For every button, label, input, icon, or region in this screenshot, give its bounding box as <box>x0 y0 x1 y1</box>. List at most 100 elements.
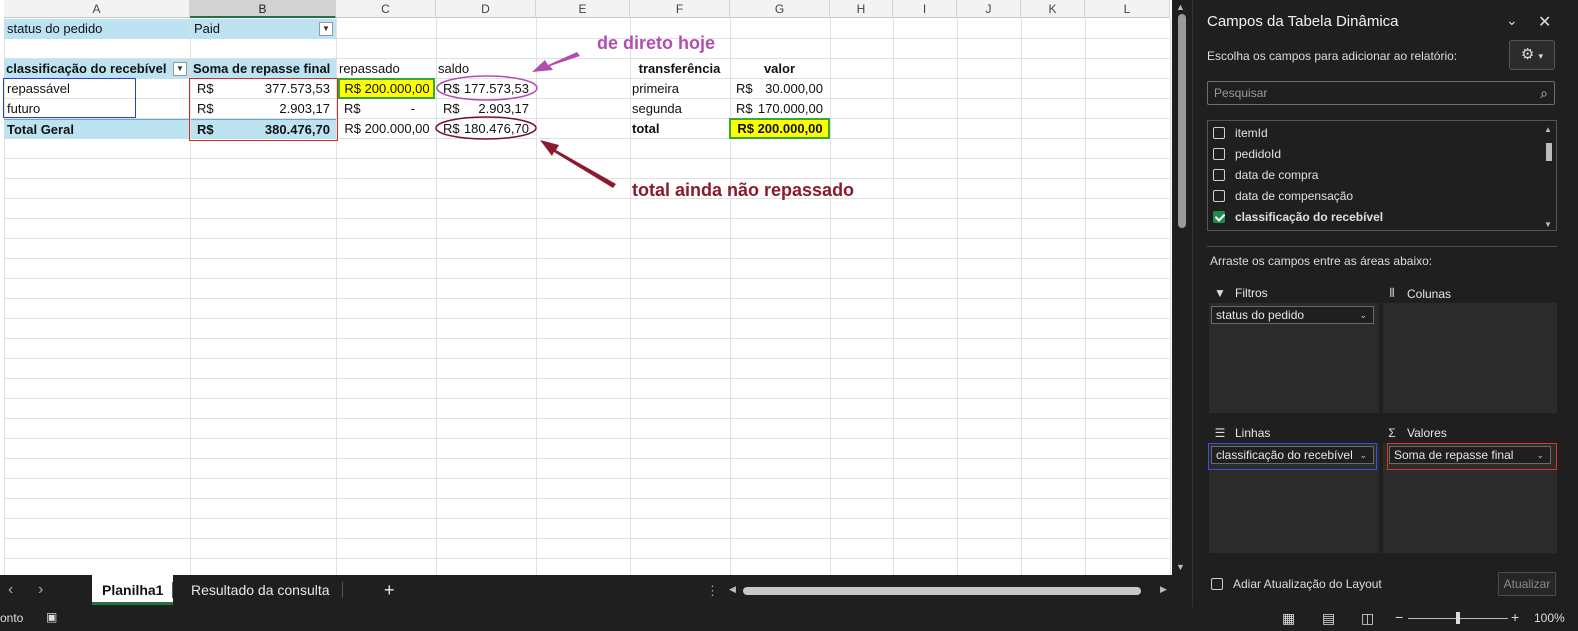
grid-row-line <box>4 318 1170 319</box>
field-list[interactable]: itemId pedidoId data de compra data de c… <box>1207 120 1557 231</box>
defer-update[interactable]: Adiar Atualização do Layout <box>1211 577 1382 591</box>
search-input[interactable] <box>1214 85 1514 101</box>
column-header-a[interactable]: A <box>4 0 190 18</box>
accessibility-icon[interactable]: ▣ <box>46 610 57 624</box>
transfer-total-value[interactable]: R$ 200.000,00 <box>731 119 829 139</box>
column-header-d[interactable]: D <box>436 0 536 18</box>
column-header-e[interactable]: E <box>536 0 630 18</box>
transfer-name-cell[interactable]: primeira <box>632 79 729 99</box>
column-header-l[interactable]: L <box>1085 0 1170 18</box>
close-icon[interactable]: ✕ <box>1538 12 1551 32</box>
checkbox[interactable] <box>1213 127 1225 139</box>
transfer-name-cell[interactable]: segunda <box>632 99 729 119</box>
transfer-total-label[interactable]: total <box>632 119 729 139</box>
amount: 380.476,70 <box>264 122 330 137</box>
transfer-value-cell[interactable]: R$ 30.000,00 <box>730 79 829 99</box>
saldo-total-cell[interactable]: R$ 180.476,70 <box>438 119 534 139</box>
transfer-value-cell[interactable]: R$ 170.000,00 <box>730 99 829 119</box>
horizontal-scrollbar[interactable]: ◀ ▶ <box>729 584 1167 596</box>
checkbox[interactable] <box>1213 169 1225 181</box>
search-icon[interactable]: ⌕ <box>1540 85 1548 102</box>
checkbox[interactable] <box>1213 148 1225 160</box>
row-field-pill[interactable]: classificação do recebível ⌄ <box>1211 446 1374 464</box>
scroll-down-icon[interactable]: ▼ <box>1544 220 1552 229</box>
repassado-header[interactable]: repassado <box>339 59 435 79</box>
tab-planilha1[interactable]: Planilha1 <box>92 575 174 605</box>
pivot-row-value[interactable]: R$ 377.573,53 <box>191 79 336 99</box>
scroll-right-icon[interactable]: ▶ <box>1160 584 1167 595</box>
add-sheet-button[interactable]: + <box>374 575 405 605</box>
pivot-total-value[interactable]: R$ 380.476,70 <box>191 119 336 139</box>
tab-prev-icon[interactable]: ‹ <box>8 581 13 599</box>
scroll-up-icon[interactable]: ▲ <box>1544 125 1552 134</box>
pivot-row-value[interactable]: R$ 2.903,17 <box>191 99 336 119</box>
scroll-left-icon[interactable]: ◀ <box>729 584 736 595</box>
more-options-icon[interactable]: ⋮ <box>706 583 719 599</box>
scroll-thumb[interactable] <box>743 587 1141 595</box>
scroll-thumb[interactable] <box>1178 14 1186 228</box>
repassado-total-cell[interactable]: R$ 200.000,00 <box>339 119 435 139</box>
spreadsheet-grid[interactable]: ABCDEFGHIJKL status do pedido Paid ▼ cla… <box>0 0 1172 575</box>
page-layout-icon[interactable]: ▤ <box>1322 610 1335 627</box>
update-button[interactable]: Atualizar <box>1498 572 1556 596</box>
currency-symbol: R$ <box>736 81 753 96</box>
column-header-f[interactable]: F <box>630 0 730 18</box>
search-box[interactable]: ⌕ <box>1207 81 1555 105</box>
pivot-value-header[interactable]: Soma de repasse final <box>191 59 336 79</box>
filter-value-cell[interactable]: Paid <box>191 19 336 39</box>
repassado-value-cell[interactable]: R$ 200.000,00 <box>339 79 435 99</box>
value-field-pill[interactable]: Soma de repasse final ⌄ <box>1389 446 1551 464</box>
pivot-total-label[interactable]: Total Geral <box>4 119 190 139</box>
valor-header[interactable]: valor <box>730 59 829 79</box>
filter-field-pill[interactable]: status do pedido ⌄ <box>1211 306 1374 324</box>
scroll-thumb[interactable] <box>1546 143 1552 161</box>
gear-icon[interactable]: ⚙ ▾ <box>1509 40 1555 70</box>
zoom-in-button[interactable]: + <box>1511 609 1519 625</box>
column-header-c[interactable]: C <box>336 0 436 18</box>
vertical-scrollbar[interactable]: ▲ ▼ <box>1172 0 1192 575</box>
page-break-icon[interactable]: ◫ <box>1361 610 1374 627</box>
filter-dropdown-button[interactable]: ▼ <box>319 22 333 36</box>
column-header-g[interactable]: G <box>730 0 830 18</box>
checkbox-checked[interactable] <box>1213 211 1225 223</box>
field-item-data-de-compra[interactable]: data de compra <box>1213 165 1318 185</box>
row-header-dropdown-button[interactable]: ▼ <box>173 62 187 76</box>
field-item-itemid[interactable]: itemId <box>1213 123 1268 143</box>
chevron-down-icon[interactable]: ⌄ <box>1506 12 1518 29</box>
pivot-row-header[interactable]: classificação do recebível <box>4 59 190 79</box>
area-label: Colunas <box>1407 286 1452 301</box>
repassado-value-cell[interactable]: R$ - <box>339 99 435 119</box>
chevron-down-icon[interactable]: ⌄ <box>1359 307 1367 323</box>
saldo-value-cell[interactable]: R$ 177.573,53 <box>438 79 534 99</box>
normal-view-icon[interactable]: ▦ <box>1282 610 1295 627</box>
saldo-header[interactable]: saldo <box>438 59 534 79</box>
field-item-data-de-compensacao[interactable]: data de compensação <box>1213 186 1353 206</box>
column-header-h[interactable]: H <box>830 0 893 18</box>
field-item-pedidoid[interactable]: pedidoId <box>1213 144 1281 164</box>
field-item-classificacao[interactable]: classificação do recebível <box>1213 207 1383 227</box>
field-list-scrollbar[interactable]: ▲ ▼ <box>1544 125 1554 229</box>
column-header-k[interactable]: K <box>1021 0 1085 18</box>
columns-area[interactable] <box>1383 303 1557 413</box>
pivot-row-label[interactable]: futuro <box>4 99 190 119</box>
pivot-row-label[interactable]: repassável <box>4 79 190 99</box>
checkbox[interactable] <box>1213 190 1225 202</box>
grid-row-line <box>4 278 1170 279</box>
column-header-i[interactable]: I <box>893 0 957 18</box>
column-header-j[interactable]: J <box>957 0 1021 18</box>
tab-resultado-da-consulta[interactable]: Resultado da consulta <box>181 575 340 605</box>
saldo-value-cell[interactable]: R$ 2.903,17 <box>438 99 534 119</box>
chevron-down-icon[interactable]: ⌄ <box>1536 447 1544 463</box>
scroll-up-icon[interactable]: ▲ <box>1176 2 1185 12</box>
checkbox[interactable] <box>1211 578 1223 590</box>
tab-next-icon[interactable]: › <box>38 581 43 599</box>
scroll-down-icon[interactable]: ▼ <box>1176 562 1185 572</box>
grid-row-line <box>4 418 1170 419</box>
transfer-header[interactable]: transferência <box>630 59 729 79</box>
zoom-level[interactable]: 100% <box>1534 611 1565 625</box>
column-header-b[interactable]: B <box>190 0 336 18</box>
filter-label-cell[interactable]: status do pedido <box>4 19 190 39</box>
zoom-out-button[interactable]: − <box>1395 609 1403 625</box>
zoom-slider-thumb[interactable] <box>1456 612 1460 624</box>
chevron-down-icon[interactable]: ⌄ <box>1359 447 1367 463</box>
